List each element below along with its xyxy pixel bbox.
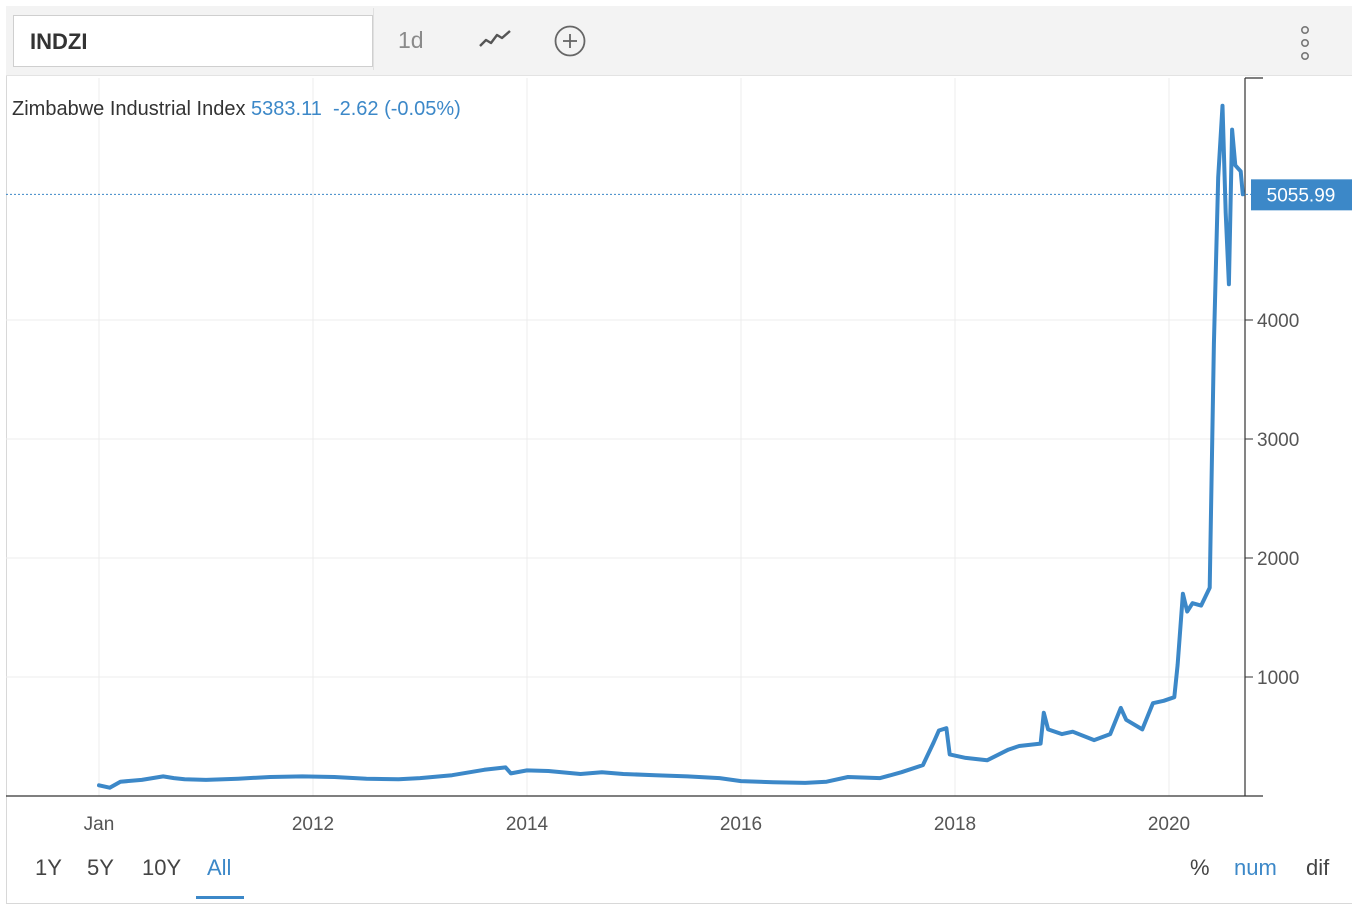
grid [6, 78, 1255, 796]
y-tick-label: 2000 [1257, 549, 1299, 570]
axes [6, 77, 1263, 797]
series [97, 103, 1245, 790]
range-all-button[interactable]: All [207, 855, 231, 881]
x-tick-label: Jan [84, 814, 115, 835]
last-value-tag-label: 5055.99 [1267, 185, 1336, 206]
x-tick-label: 2020 [1148, 814, 1190, 835]
x-tick-label: 2016 [720, 814, 762, 835]
series-line [97, 103, 1245, 790]
y-tick-label: 4000 [1257, 311, 1299, 332]
active-range-indicator [196, 896, 244, 899]
y-tick-label: 1000 [1257, 668, 1299, 689]
chart-plot[interactable]: 1000 2000 3000 4000 Jan 2012 2014 2016 2018 2020 5… [0, 0, 1352, 906]
chart-title: Zimbabwe Industrial Index 5383.11 -2.62 … [12, 98, 461, 121]
range-1y-button[interactable]: 1Y [35, 855, 62, 881]
index-value: 5383.11 [251, 98, 322, 120]
mode-percent-button[interactable]: % [1190, 855, 1210, 881]
range-10y-button[interactable]: 10Y [142, 855, 181, 881]
index-name: Zimbabwe Industrial Index [12, 98, 246, 120]
x-tick-label: 2014 [506, 814, 549, 835]
mode-dif-button[interactable]: dif [1306, 855, 1329, 881]
range-5y-button[interactable]: 5Y [87, 855, 114, 881]
x-tick-label: 2018 [934, 814, 976, 835]
y-tick-label: 3000 [1257, 430, 1299, 451]
x-tick-label: 2012 [292, 814, 334, 835]
mode-num-button[interactable]: num [1234, 855, 1277, 881]
tick-labels: 1000 2000 3000 4000 Jan 2012 2014 2016 2018 2020 5… [84, 179, 1352, 835]
index-change: -2.62 (-0.05%) [332, 98, 461, 120]
